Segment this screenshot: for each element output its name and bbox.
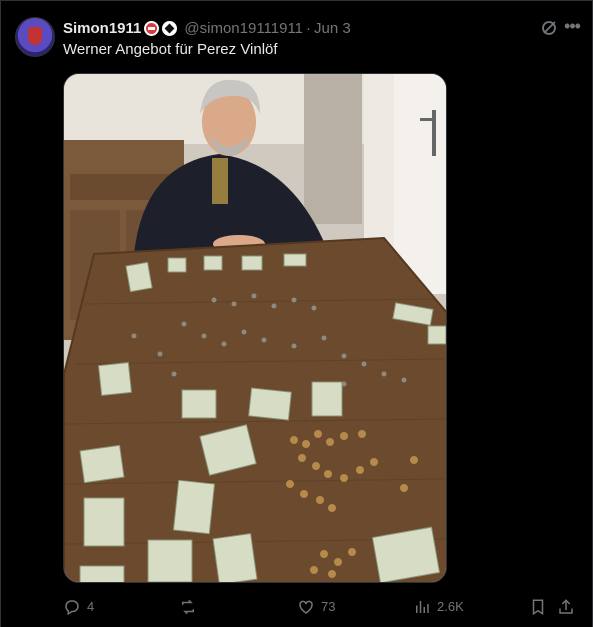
views-icon bbox=[416, 601, 429, 613]
reply-icon bbox=[65, 600, 79, 616]
author-handle[interactable]: @simon19111911 bbox=[184, 20, 303, 37]
share-icon bbox=[559, 599, 573, 614]
tweet-date[interactable]: Jun 3 bbox=[314, 20, 351, 37]
views-button[interactable]: 2.6K bbox=[413, 597, 464, 617]
soccer-ball-emoji-icon bbox=[162, 20, 178, 36]
flag-emoji-icon bbox=[144, 20, 160, 36]
tweet-header: Simon1911 @simon19111911 · Jun 3 bbox=[63, 17, 532, 39]
bookmark-icon bbox=[532, 599, 544, 616]
more-icon[interactable]: ••• bbox=[562, 17, 582, 37]
bookmark-button[interactable] bbox=[529, 597, 547, 617]
like-icon bbox=[299, 600, 313, 614]
avatar[interactable] bbox=[15, 17, 55, 57]
reply-count: 4 bbox=[87, 599, 95, 614]
separator: · bbox=[306, 19, 312, 37]
share-button[interactable] bbox=[557, 597, 575, 617]
tweet[interactable]: Simon1911 @simon19111911 · Jun 3 ••• Wer… bbox=[0, 0, 593, 627]
author-name[interactable]: Simon1911 bbox=[63, 20, 141, 37]
tweet-text: Werner Angebot für Perez Vinlöf bbox=[63, 41, 278, 58]
like-button[interactable]: 73 bbox=[297, 597, 335, 617]
grok-icon[interactable] bbox=[540, 19, 558, 37]
retweet-icon bbox=[182, 599, 194, 615]
views-count: 2.6K bbox=[437, 599, 464, 614]
reply-button[interactable]: 4 bbox=[63, 597, 94, 617]
retweet-button[interactable] bbox=[179, 597, 203, 617]
like-count: 73 bbox=[321, 599, 336, 614]
action-bar: 4 73 2.6K bbox=[63, 597, 583, 619]
tweet-image[interactable] bbox=[63, 73, 447, 583]
